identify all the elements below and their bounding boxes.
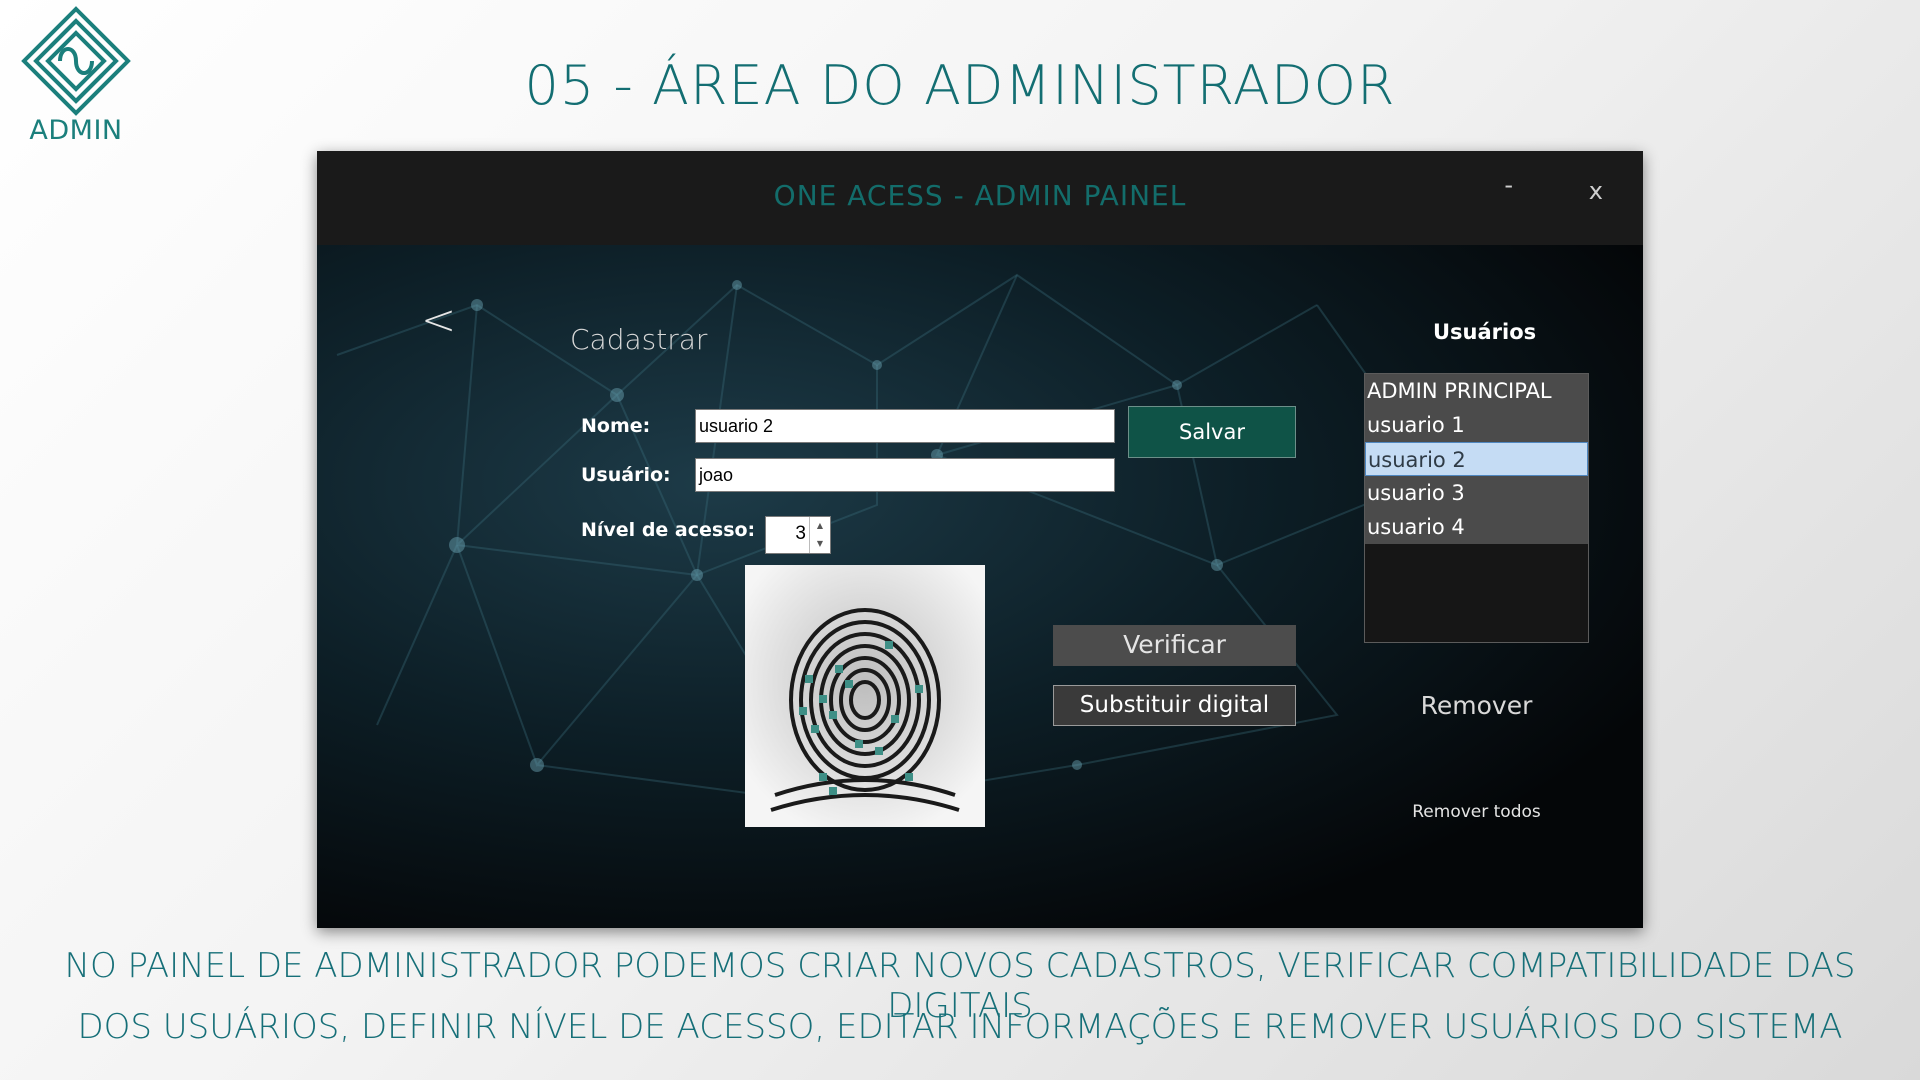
- fingerprint-icon: [745, 565, 985, 827]
- remove-button[interactable]: Remover: [1364, 691, 1589, 720]
- admin-panel: < Cadastrar Nome: usuario 2 Usuário: joa…: [317, 245, 1643, 928]
- access-level-value: 3: [795, 523, 806, 544]
- minimize-button[interactable]: -: [1504, 171, 1513, 199]
- users-listbox[interactable]: ADMIN PRINCIPAL usuario 1 usuario 2 usua…: [1364, 373, 1589, 643]
- list-item-selected[interactable]: usuario 2: [1365, 442, 1588, 476]
- back-button[interactable]: <: [421, 295, 456, 344]
- title-bar: ONE ACESS - ADMIN PAINEL - x: [317, 151, 1643, 245]
- close-button[interactable]: x: [1589, 177, 1603, 205]
- slide-title: 05 - ÁREA DO ADMINISTRADOR: [524, 54, 1396, 117]
- window-title: ONE ACESS - ADMIN PAINEL: [773, 179, 1187, 212]
- name-input[interactable]: usuario 2: [695, 409, 1115, 443]
- logo-text: ADMIN: [29, 115, 123, 146]
- user-label: Usuário:: [581, 464, 671, 486]
- list-item[interactable]: usuario 3: [1365, 476, 1588, 510]
- list-item[interactable]: usuario 4: [1365, 510, 1588, 544]
- fingerprint-image: [745, 565, 985, 827]
- app-window: ONE ACESS - ADMIN PAINEL - x < Cadastrar…: [317, 151, 1643, 928]
- remove-all-button[interactable]: Remover todos: [1364, 802, 1589, 822]
- section-title: Cadastrar: [570, 323, 708, 356]
- verify-button[interactable]: Verificar: [1053, 625, 1296, 666]
- name-label: Nome:: [581, 415, 651, 437]
- users-title: Usuários: [1433, 320, 1537, 344]
- list-item[interactable]: ADMIN PRINCIPAL: [1365, 374, 1588, 408]
- user-input[interactable]: joao: [695, 458, 1115, 492]
- access-level-label: Nível de acesso:: [581, 519, 756, 541]
- caption-line-2: DOS USUÁRIOS, DEFINIR NÍVEL DE ACESSO, E…: [77, 1007, 1843, 1047]
- chevron-down-icon[interactable]: ▼: [810, 535, 830, 553]
- chevron-up-icon[interactable]: ▲: [810, 517, 830, 535]
- list-item[interactable]: usuario 1: [1365, 408, 1588, 442]
- save-button[interactable]: Salvar: [1128, 406, 1296, 458]
- access-level-stepper[interactable]: 3 ▲ ▼: [765, 516, 831, 554]
- replace-fingerprint-button[interactable]: Substituir digital: [1053, 685, 1296, 726]
